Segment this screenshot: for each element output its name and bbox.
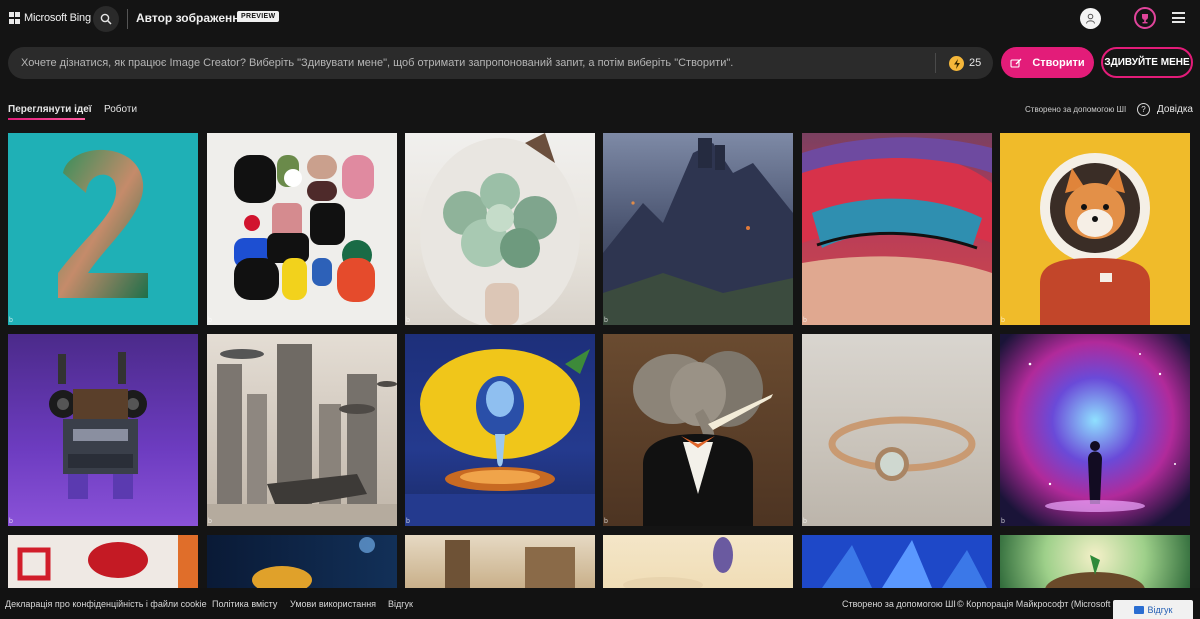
user-icon bbox=[1086, 13, 1095, 24]
gallery-tile-ruins-painting[interactable] bbox=[405, 535, 595, 588]
gallery-tile-gold-ring[interactable]: b bbox=[802, 334, 992, 526]
create-button[interactable]: Створити bbox=[1001, 47, 1094, 78]
gallery-tile-dark-castle[interactable]: b bbox=[603, 133, 793, 325]
tab-creations[interactable]: Роботи bbox=[104, 104, 137, 115]
tile-watermark: b bbox=[9, 317, 13, 324]
gallery-tile-glitter-eye[interactable]: b bbox=[802, 133, 992, 325]
help-icon[interactable]: ? bbox=[1137, 103, 1150, 116]
tile-watermark: b bbox=[208, 518, 212, 525]
page-footer: Декларація про конфіденційність і файли … bbox=[0, 588, 1200, 619]
tile-watermark: b bbox=[803, 317, 807, 324]
search-icon bbox=[100, 13, 112, 25]
gallery-tile-abstract-shapes[interactable]: b bbox=[207, 133, 397, 325]
gallery-tile-tiny-planet[interactable] bbox=[1000, 535, 1190, 588]
tile-watermark: b bbox=[1001, 317, 1005, 324]
gallery-tile-nebula-figure[interactable]: b bbox=[1000, 334, 1190, 526]
page-title: Автор зображення bbox=[136, 11, 247, 25]
footer-terms-link[interactable]: Умови використання bbox=[290, 599, 376, 609]
tile-watermark: b bbox=[803, 518, 807, 525]
tile-watermark: b bbox=[1001, 518, 1005, 525]
hamburger-menu-icon[interactable] bbox=[1172, 12, 1185, 23]
top-header: Microsoft Bing Автор зображення PREVIEW bbox=[0, 0, 1200, 38]
footer-feedback-link[interactable]: Відгук bbox=[388, 599, 413, 609]
footer-copyright: © Корпорація Майкрософт (Microsoft C bbox=[957, 599, 1120, 609]
gallery-tile-succulent-bouquet[interactable]: b bbox=[405, 133, 595, 325]
rewards-button[interactable] bbox=[1134, 7, 1156, 29]
header-divider bbox=[127, 9, 128, 29]
preview-badge: PREVIEW bbox=[237, 11, 280, 22]
prompt-bar: 25 bbox=[8, 47, 993, 79]
brand-name[interactable]: Microsoft Bing bbox=[24, 12, 91, 24]
ai-generated-note: Створено за допомогою ШІ bbox=[1025, 105, 1127, 114]
surprise-me-button[interactable]: ЗДИВУЙТЕ МЕНЕ bbox=[1101, 47, 1193, 78]
footer-content-policy-link[interactable]: Політика вмісту bbox=[212, 599, 277, 609]
gallery-tile-futuristic-city[interactable]: b bbox=[207, 334, 397, 526]
user-avatar[interactable] bbox=[1080, 8, 1101, 29]
tile-watermark: b bbox=[406, 317, 410, 324]
gallery-tile-shiba-astronaut[interactable]: b bbox=[1000, 133, 1190, 325]
gallery-tile-elephant-suit[interactable]: b bbox=[603, 334, 793, 526]
gallery-tile-surreal-lemon[interactable]: b bbox=[405, 334, 595, 526]
gallery-tile-number-two[interactable]: b bbox=[8, 133, 198, 325]
gallery-tile-red-hat[interactable] bbox=[8, 535, 198, 588]
tile-watermark: b bbox=[208, 317, 212, 324]
feedback-button[interactable]: Відгук bbox=[1113, 600, 1193, 619]
gallery-tile-glowing-fish[interactable] bbox=[207, 535, 397, 588]
microsoft-logo-icon[interactable] bbox=[9, 12, 21, 24]
tile-watermark: b bbox=[406, 518, 410, 525]
gallery-tile-purple-robot[interactable]: b bbox=[8, 334, 198, 526]
tile-watermark: b bbox=[604, 317, 608, 324]
footer-privacy-link[interactable]: Декларація про конфіденційність і файли … bbox=[5, 599, 207, 609]
boost-coin-icon[interactable] bbox=[949, 56, 964, 71]
gallery-tile-blue-flower[interactable] bbox=[802, 535, 992, 588]
tile-watermark: b bbox=[9, 518, 13, 525]
tile-watermark: b bbox=[604, 518, 608, 525]
boost-count: 25 bbox=[969, 57, 982, 69]
prompt-input[interactable] bbox=[21, 47, 921, 79]
help-link[interactable]: Довідка bbox=[1157, 104, 1193, 115]
search-button[interactable] bbox=[93, 6, 119, 32]
footer-ai-note: Створено за допомогою ШІ bbox=[842, 599, 956, 609]
tab-explore-ideas[interactable]: Переглянути ідеї bbox=[8, 104, 92, 120]
rewards-trophy-icon bbox=[1142, 13, 1148, 23]
create-pen-icon bbox=[1010, 58, 1022, 68]
feedback-icon bbox=[1133, 605, 1144, 614]
boost-divider bbox=[935, 53, 936, 73]
feedback-button-label: Відгук bbox=[1147, 604, 1173, 615]
gallery-tile-lavender-vase[interactable] bbox=[603, 535, 793, 588]
create-button-label: Створити bbox=[1032, 56, 1085, 69]
